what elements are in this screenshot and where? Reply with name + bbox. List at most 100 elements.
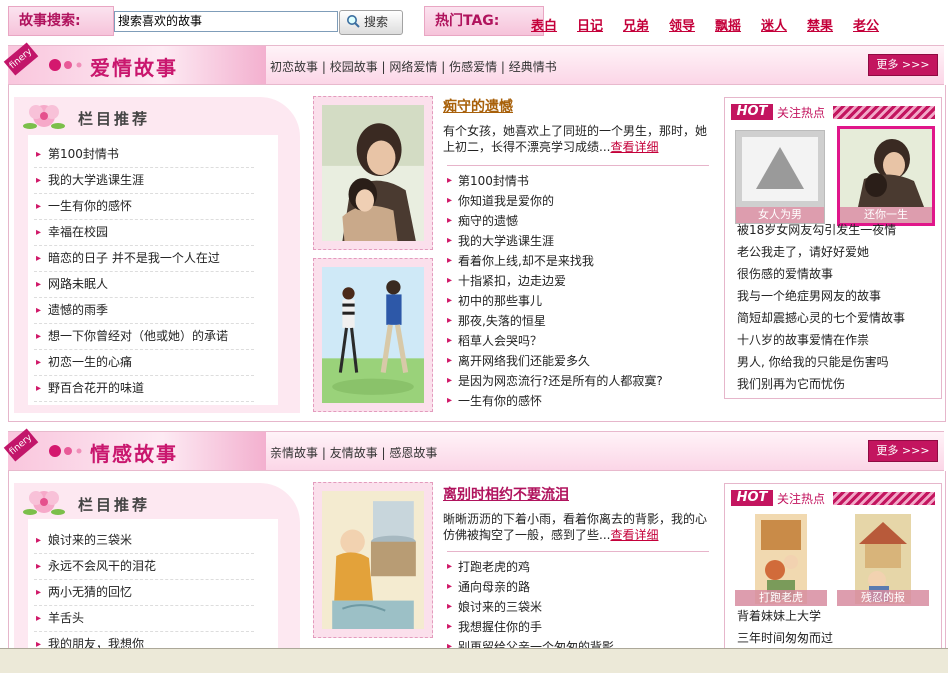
section-link[interactable]: 亲情故事 (270, 446, 318, 460)
list-item[interactable]: 娘讨来的三袋米 (34, 528, 254, 554)
search-button-label: 搜索 (364, 15, 389, 29)
list-item[interactable]: 你知道我是爱你的 (447, 191, 709, 211)
list-item[interactable]: 三年时间匆匆而过 (737, 627, 937, 649)
list-item[interactable]: 幸福在校园 (34, 220, 254, 246)
walking-couple-illustration (322, 267, 424, 403)
list-item[interactable]: 我与一个绝症男网友的故事 (737, 285, 937, 307)
placeholder-image-icon (736, 131, 824, 207)
list-item[interactable]: 被18岁女网友勾引发生一夜情 (737, 219, 937, 241)
tag-link[interactable]: 表白 (531, 15, 557, 34)
list-item[interactable]: 一生有你的感怀 (447, 391, 709, 411)
tag-link[interactable]: 禁果 (807, 15, 833, 34)
list-item[interactable]: 离开网络我们还能爱多久 (447, 351, 709, 371)
story-summary: 晰晰沥沥的下着小雨，看着你离去的背影，我的心仿佛被掏空了一般，感到了些...查看… (443, 511, 711, 543)
emotion-section-header: finery 情感故事 亲情故事 | 友情故事 | 感恩故事 更多 >>> (3, 428, 944, 471)
story-list: 第100封情书 你知道我是爱你的 痴守的遗憾 我的大学逃课生涯 看着你上线,却不… (447, 165, 709, 411)
dots-decoration (49, 59, 82, 71)
list-item[interactable]: 我的大学逃课生涯 (34, 168, 254, 194)
list-item[interactable]: 初恋一生的心痛 (34, 350, 254, 376)
tag-link[interactable]: 日记 (577, 15, 603, 34)
tag-link[interactable]: 领导 (669, 15, 695, 34)
flower-icon (23, 491, 65, 515)
story-summary-text: 有个女孩，她喜欢上了同班的一个男生，那时，她上初二，长得不漂亮学习成绩... (443, 124, 708, 154)
love-section-header: finery 爱情故事 初恋故事 | 校园故事 | 网络爱情 | 伤感爱情 | … (3, 42, 944, 85)
section-link[interactable]: 伤感爱情 (449, 60, 497, 74)
hot-thumbnail[interactable]: 还你一生 (837, 126, 935, 226)
section-title: 情感故事 (90, 442, 178, 466)
dots-decoration (49, 445, 82, 457)
section-title: 爱情故事 (90, 56, 178, 80)
list-item[interactable]: 十指紧扣，边走边爱 (447, 271, 709, 291)
section-link[interactable]: 初恋故事 (270, 60, 318, 74)
list-item[interactable]: 简短却震撼心灵的七个爱情故事 (737, 307, 937, 329)
tag-link[interactable]: 老公 (853, 15, 879, 34)
list-item[interactable]: 一生有你的感怀 (34, 194, 254, 220)
column-list: 第100封情书 我的大学逃课生涯 一生有你的感怀 幸福在校园 暗恋的日子 并不是… (34, 142, 254, 402)
section-link[interactable]: 经典情书 (509, 60, 557, 74)
story-image-frame[interactable] (313, 258, 433, 412)
list-item[interactable]: 老公我走了，请好好爱她 (737, 241, 937, 263)
list-item[interactable]: 很伤感的爱情故事 (737, 263, 937, 285)
list-item[interactable]: 打跑老虎的鸡 (447, 557, 709, 577)
story-summary: 有个女孩，她喜欢上了同班的一个男生，那时，她上初二，长得不漂亮学习成绩...查看… (443, 123, 711, 155)
tag-link[interactable]: 飘摇 (715, 15, 741, 34)
list-item[interactable]: 那夜,失落的恒星 (447, 311, 709, 331)
list-item[interactable]: 遗憾的雨季 (34, 298, 254, 324)
list-item[interactable]: 看着你上线,却不是来找我 (447, 251, 709, 271)
section-links: 亲情故事 | 友情故事 | 感恩故事 (270, 446, 438, 460)
hot-thumbnail[interactable]: 打跑老虎 (735, 514, 827, 606)
section-badge: finery 情感故事 (3, 428, 266, 470)
hot-tag: HOT (731, 490, 773, 506)
list-item[interactable]: 想一下你曾经对（他或她）的承诺 (34, 324, 254, 350)
list-item[interactable]: 痴守的遗憾 (447, 211, 709, 231)
magnifier-icon (346, 13, 360, 28)
column-title: 栏目推荐 (78, 110, 151, 128)
list-item[interactable]: 通向母亲的路 (447, 577, 709, 597)
story-list: 打跑老虎的鸡 通向母亲的路 娘讨来的三袋米 我想握住你的手 别再留给父亲一个匆匆… (447, 551, 709, 649)
view-detail-link[interactable]: 查看详细 (610, 140, 658, 154)
hot-panel: HOT 关注热点 打跑老虎 残忍的报 背着妹妹上大学 三年时间匆匆而过 (724, 483, 942, 649)
hot-tag-label: 热门TAG: (424, 6, 544, 36)
list-item[interactable]: 我的大学逃课生涯 (447, 231, 709, 251)
list-item[interactable]: 十八岁的故事爱情在作祟 (737, 329, 937, 351)
section-link[interactable]: 网络爱情 (389, 60, 437, 74)
hot-thumbnail[interactable]: 女人为男 (735, 130, 825, 224)
story-image-frame[interactable] (313, 482, 433, 638)
list-item[interactable]: 娘讨来的三袋米 (447, 597, 709, 617)
story-title[interactable]: 离别时相约不要流泪 (443, 484, 569, 504)
hot-list: 背着妹妹上大学 三年时间匆匆而过 (737, 605, 937, 649)
hot-thumbnail[interactable]: 残忍的报 (837, 514, 929, 606)
more-button[interactable]: 更多 >>> (868, 54, 938, 76)
section-link[interactable]: 友情故事 (330, 446, 378, 460)
search-input[interactable] (114, 11, 338, 32)
list-item[interactable]: 羊舌头 (34, 606, 254, 632)
hot-panel: HOT 关注热点 女人为男 还你一生 被18岁女网友勾引发生一夜情 老公我走了，… (724, 97, 942, 399)
list-item[interactable]: 网路未眠人 (34, 272, 254, 298)
list-item[interactable]: 第100封情书 (447, 171, 709, 191)
top-bar: 故事搜索: 搜索 热门TAG: 表白 日记 兄弟 领导 飘摇 迷人 禁果 老公 (0, 0, 948, 42)
hot-subtitle: 关注热点 (777, 106, 826, 120)
more-button[interactable]: 更多 >>> (868, 440, 938, 462)
list-item[interactable]: 初中的那些事儿 (447, 291, 709, 311)
list-item[interactable]: 永远不会风干的泪花 (34, 554, 254, 580)
search-button[interactable]: 搜索 (339, 10, 403, 35)
list-item[interactable]: 是因为网恋流行?还是所有的人都寂寞? (447, 371, 709, 391)
list-item[interactable]: 稻草人会哭吗？ (447, 331, 709, 351)
thumbnail-caption: 残忍的报 (837, 590, 929, 606)
list-item[interactable]: 暗恋的日子 并不是我一个人在过 (34, 246, 254, 272)
view-detail-link[interactable]: 查看详细 (610, 528, 658, 542)
section-link[interactable]: 校园故事 (330, 60, 378, 74)
list-item[interactable]: 男人, 你给我的只能是伤害吗 (737, 351, 937, 373)
list-item[interactable]: 我想握住你的手 (447, 617, 709, 637)
section-link[interactable]: 感恩故事 (389, 446, 437, 460)
list-item[interactable]: 两小无猜的回忆 (34, 580, 254, 606)
list-item[interactable]: 第100封情书 (34, 142, 254, 168)
couple-thumbnail (840, 129, 932, 207)
tag-link[interactable]: 迷人 (761, 15, 787, 34)
list-item[interactable]: 我们别再为它而忧伤 (737, 373, 937, 395)
list-item[interactable]: 野百合花开的味道 (34, 376, 254, 402)
story-image-frame[interactable] (313, 96, 433, 250)
list-item[interactable]: 背着妹妹上大学 (737, 605, 937, 627)
tag-link[interactable]: 兄弟 (623, 15, 649, 34)
story-title[interactable]: 痴守的遗憾 (443, 96, 513, 116)
